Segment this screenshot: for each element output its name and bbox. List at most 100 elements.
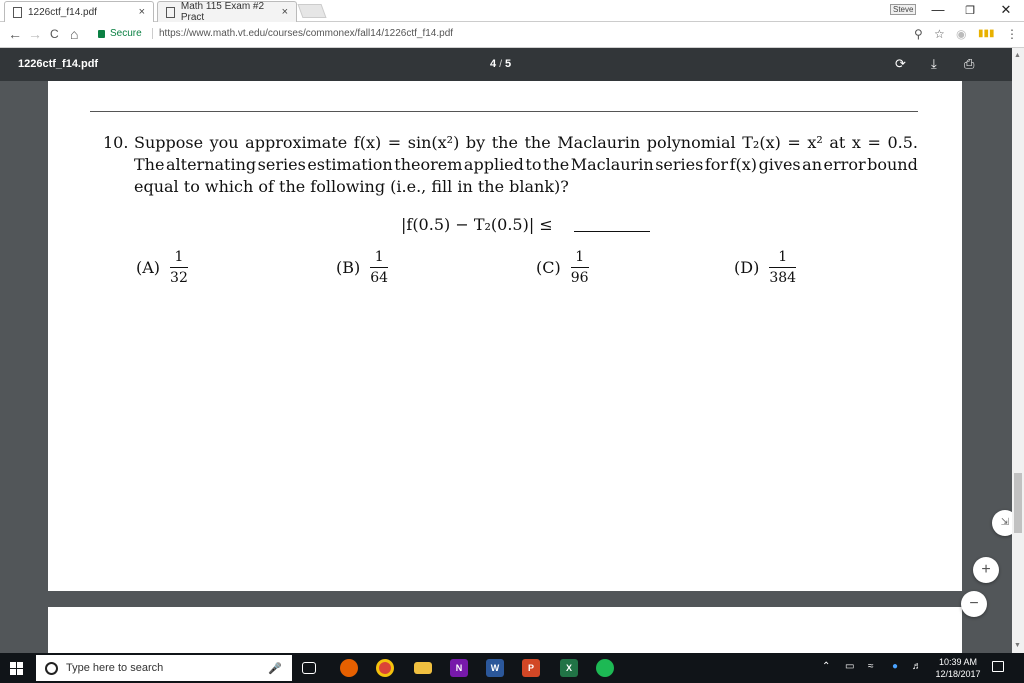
extension-bars-icon[interactable]: ▮▮▮	[978, 28, 995, 39]
tab-exam[interactable]: Math 115 Exam #2 Pract ×	[157, 1, 297, 23]
question-line-2: The alternating series estimation theorem app…	[134, 155, 918, 174]
taskbar-search[interactable]: Type here to search 🎤	[36, 655, 292, 681]
zoom-in-button[interactable]: +	[973, 557, 999, 583]
home-button[interactable]: ⌂	[70, 26, 78, 42]
print-icon[interactable]: ⎙	[964, 56, 974, 72]
choice-fraction: 1 384	[769, 249, 797, 286]
document-icon	[166, 6, 175, 18]
wifi-icon[interactable]: ≈	[868, 661, 874, 672]
powerpoint-icon[interactable]: P	[522, 659, 540, 677]
document-icon	[13, 6, 22, 18]
question-word: gives	[758, 155, 801, 174]
pdf-toolbar: 1226ctf_f14.pdf 4 / 5 ⟳ ⤓ ⎙	[0, 48, 1024, 81]
fraction-bar	[170, 267, 188, 268]
extension-icon[interactable]: ◉	[956, 27, 966, 41]
pdf-page-next	[48, 607, 962, 653]
tab-close-icon[interactable]: ×	[282, 6, 288, 18]
pdf-title: 1226ctf_f14.pdf	[18, 58, 99, 70]
question-word: alternating	[165, 155, 257, 174]
question-word: for	[704, 155, 729, 174]
question-word: =	[867, 133, 881, 152]
scroll-thumb[interactable]	[1014, 473, 1022, 533]
question-word: =	[787, 133, 801, 152]
onenote-icon[interactable]: N	[450, 659, 468, 677]
url-field[interactable]: https://www.math.vt.edu/courses/commonex…	[152, 28, 453, 39]
excel-icon[interactable]: X	[560, 659, 578, 677]
question-word: error	[823, 155, 866, 174]
scroll-down-icon[interactable]: ▼	[1014, 642, 1021, 649]
rotate-icon[interactable]: ⟳	[895, 56, 906, 72]
question-word: the	[491, 133, 518, 152]
star-icon[interactable]: ☆	[934, 27, 945, 41]
question-word: sin(x²)	[407, 133, 460, 152]
taskbar-clock[interactable]: 10:39 AM 12/18/2017	[930, 656, 986, 680]
question-word: series	[655, 155, 704, 174]
choice-c: (C) 1 96	[536, 249, 589, 286]
security-indicator[interactable]: Secure	[98, 28, 142, 39]
new-tab-button[interactable]	[297, 4, 327, 18]
firefox-icon[interactable]	[340, 659, 358, 677]
tab-close-icon[interactable]: ×	[139, 6, 145, 18]
scroll-up-icon[interactable]: ▲	[1014, 52, 1021, 59]
chrome-icon[interactable]	[376, 659, 394, 677]
question-word: Maclaurin	[570, 155, 654, 174]
maximize-button[interactable]: ❐	[958, 4, 982, 17]
question-line-3: equal to which of the following (i.e., f…	[134, 177, 569, 196]
action-center-icon[interactable]	[992, 661, 1004, 672]
tab-strip: 1226ctf_f14.pdf × Math 115 Exam #2 Pract…	[0, 0, 1024, 23]
question-word: T₂(x)	[742, 133, 781, 152]
secure-label: Secure	[110, 28, 142, 39]
numerator: 1	[174, 249, 184, 265]
question-word: x	[851, 133, 861, 152]
question-word: Suppose	[134, 133, 204, 152]
choice-b: (B) 1 64	[336, 249, 389, 286]
profile-badge[interactable]: Steve	[890, 4, 917, 15]
error-inequality: |f(0.5) − T₂(0.5)| ≤	[401, 215, 553, 234]
question-word: f(x)	[729, 155, 758, 174]
question-word: the	[543, 155, 570, 174]
choice-d: (D) 1 384	[734, 249, 797, 286]
scrollbar[interactable]: ▲ ▼	[1012, 48, 1024, 653]
volume-icon[interactable]: ♬	[912, 661, 922, 672]
choice-fraction: 1 64	[370, 249, 389, 286]
battery-icon[interactable]: ▭	[845, 661, 854, 672]
question-line-1: Suppose you approximate f(x) = sin(x²) by the th…	[134, 133, 918, 152]
question-word: polynomial	[646, 133, 736, 152]
tab-pdf[interactable]: 1226ctf_f14.pdf ×	[4, 1, 154, 22]
question-word: x²	[807, 133, 823, 152]
pdf-viewer[interactable]: 10. Suppose you approximate f(x) = sin(x²) by t…	[0, 81, 1012, 653]
task-view-icon[interactable]	[302, 662, 316, 674]
denominator: 32	[170, 270, 188, 286]
download-icon[interactable]: ⤓	[931, 56, 937, 72]
word-icon[interactable]: W	[486, 659, 504, 677]
close-window-button[interactable]: ✕	[994, 2, 1018, 18]
windows-start-icon[interactable]	[10, 662, 24, 676]
denominator: 64	[370, 270, 389, 286]
forward-button[interactable]: →	[28, 26, 42, 42]
tab-label: 1226ctf_f14.pdf	[28, 6, 97, 18]
page-indicator: 4 / 5	[490, 58, 511, 70]
choice-label: (A)	[136, 258, 161, 277]
question-word: estimation	[307, 155, 393, 174]
fraction-bar	[570, 267, 589, 268]
reload-button[interactable]: C	[50, 27, 59, 41]
question-word: approximate	[245, 133, 348, 152]
back-button[interactable]: ←	[8, 26, 22, 42]
clock-time: 10:39 AM	[938, 657, 978, 667]
bluetooth-icon[interactable]: ●	[892, 661, 898, 672]
question-word: series	[257, 155, 306, 174]
zoom-icon[interactable]: ⚲	[914, 27, 923, 41]
page-separator: /	[499, 59, 502, 70]
tray-expand-icon[interactable]: ⌃	[822, 661, 830, 672]
current-page[interactable]: 4	[490, 58, 496, 70]
clock-date: 12/18/2017	[935, 669, 981, 679]
minimize-button[interactable]: —	[926, 2, 950, 17]
file-explorer-icon[interactable]	[414, 662, 432, 674]
choice-fraction: 1 96	[570, 249, 589, 286]
numerator: 1	[778, 249, 788, 265]
menu-icon[interactable]: ⋮	[1006, 27, 1018, 41]
spotify-icon[interactable]	[596, 659, 614, 677]
microphone-icon[interactable]: 🎤	[268, 662, 282, 675]
cortana-icon	[45, 661, 58, 675]
zoom-out-button[interactable]: −	[961, 591, 987, 617]
